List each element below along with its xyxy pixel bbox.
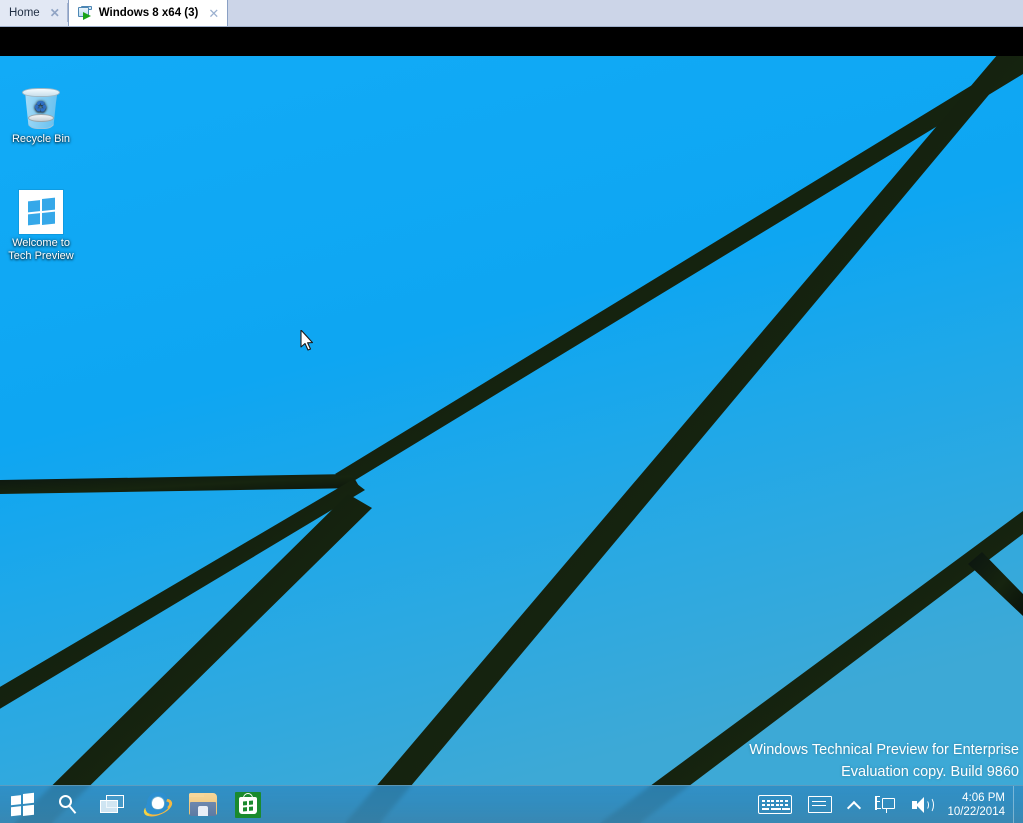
desktop-icon-welcome-to-tech-preview[interactable]: Welcome to Tech Preview: [2, 186, 80, 263]
volume-button[interactable]: [903, 786, 941, 823]
watermark-line-1: Windows Technical Preview for Enterprise: [749, 742, 1019, 758]
clock[interactable]: 4:06 PM 10/22/2014: [941, 786, 1013, 823]
windows-desktop[interactable]: ♻ Recycle Bin Welcome to Tech Preview Wi…: [0, 56, 1023, 823]
tab-vm-close-icon[interactable]: ✕: [206, 7, 221, 20]
clock-date: 10/22/2014: [947, 805, 1005, 818]
message-box-icon: [808, 796, 833, 813]
file-explorer-button[interactable]: [180, 786, 225, 823]
system-tray: 4:06 PM 10/22/2014: [750, 785, 1023, 823]
windows-store-bag-icon: [234, 791, 261, 818]
recycle-bin-icon: ♻: [2, 82, 80, 130]
tab-home-close-icon[interactable]: ✕: [48, 7, 62, 19]
store-button[interactable]: [225, 786, 270, 823]
desktop-icon-recycle-bin[interactable]: ♻ Recycle Bin: [2, 82, 80, 146]
internet-explorer-icon: [140, 791, 175, 820]
start-button[interactable]: [0, 786, 45, 823]
windows-flag-tile-icon: [2, 186, 80, 234]
search-button[interactable]: [45, 786, 90, 823]
action-center-button[interactable]: [800, 786, 840, 823]
tab-windows-8-x64-3[interactable]: Windows 8 x64 (3) ✕: [67, 0, 229, 26]
chevron-up-icon: [848, 799, 859, 810]
tab-vm-label: Windows 8 x64 (3): [98, 7, 199, 19]
browser-tab-strip: Home ✕ Windows 8 x64 (3) ✕: [0, 0, 1023, 27]
evaluation-watermark: Windows Technical Preview for Enterprise…: [749, 739, 1019, 783]
taskbar[interactable]: 4:06 PM 10/22/2014: [0, 785, 1023, 823]
internet-explorer-button[interactable]: [135, 786, 180, 823]
keyboard-icon: [758, 795, 793, 814]
windows-start-icon: [11, 792, 34, 816]
show-hidden-icons-button[interactable]: [840, 786, 867, 823]
task-view-icon: [99, 794, 126, 815]
desktop-icon-welcome-label-line2: Tech Preview: [8, 250, 74, 262]
desktop-icon-recycle-bin-label: Recycle Bin: [11, 133, 71, 145]
watermark-line-2: Evaluation copy. Build 9860: [841, 764, 1019, 780]
taskbar-buttons: [0, 786, 270, 823]
desktop-icon-welcome-label-line1: Welcome to: [12, 237, 70, 249]
show-desktop-button[interactable]: [1013, 785, 1019, 823]
tab-home[interactable]: Home ✕: [0, 0, 68, 26]
speaker-volume-icon: [911, 795, 935, 815]
file-explorer-folder-icon: [188, 793, 217, 816]
touch-keyboard-button[interactable]: [750, 786, 800, 823]
network-icon: [875, 795, 896, 815]
task-view-button[interactable]: [90, 786, 135, 823]
network-button[interactable]: [867, 786, 903, 823]
desktop-wallpaper: [0, 56, 1023, 823]
vm-screen-viewport[interactable]: ♻ Recycle Bin Welcome to Tech Preview Wi…: [0, 27, 1023, 823]
search-magnifier-icon: [57, 794, 79, 816]
vm-letterbox-top: [0, 27, 1023, 56]
vm-running-icon: [77, 5, 93, 21]
clock-time: 4:06 PM: [962, 791, 1005, 804]
tab-home-label: Home: [9, 6, 40, 19]
